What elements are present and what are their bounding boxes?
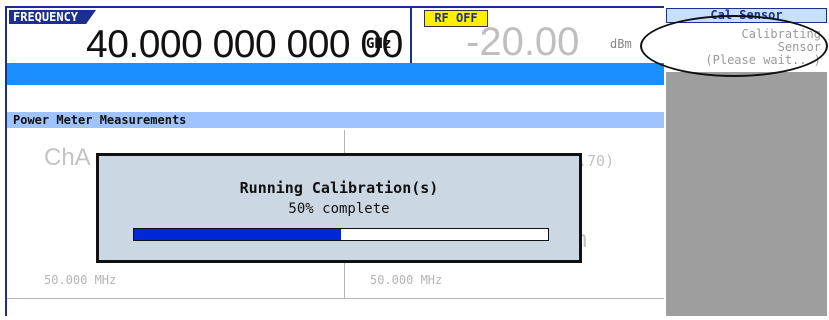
- channel-b-frequency: 50.000 MHz: [370, 273, 443, 287]
- progress-bar-fill: [134, 229, 341, 240]
- calibration-dialog: Running Calibration(s) 50% complete: [96, 153, 582, 263]
- frequency-value: 40.000 000 000 00: [86, 23, 403, 66]
- annunciator-row: [7, 85, 664, 113]
- channel-a-label: ChA: [44, 144, 91, 171]
- channel-a-frequency: 50.000 MHz: [44, 273, 117, 287]
- power-meter-bottom-divider: [7, 298, 664, 299]
- channel-b-offset: .70): [578, 152, 615, 170]
- status-bar: [7, 63, 664, 85]
- dialog-title: Running Calibration(s): [239, 179, 439, 197]
- amplitude-value: -20.00: [466, 20, 580, 64]
- frequency-label: FREQUENCY: [9, 10, 96, 24]
- highlight-ellipse: [640, 15, 828, 77]
- frequency-unit: GHz: [366, 36, 392, 52]
- power-meter-header: Power Meter Measurements: [7, 112, 664, 128]
- progress-bar: [133, 228, 549, 241]
- signal-generator-screen: FREQUENCY 40.000 000 000 00 GHz RF OFF -…: [0, 0, 829, 320]
- amplitude-unit: dBm: [610, 37, 632, 51]
- progress-percent-text: 50% complete: [288, 201, 390, 217]
